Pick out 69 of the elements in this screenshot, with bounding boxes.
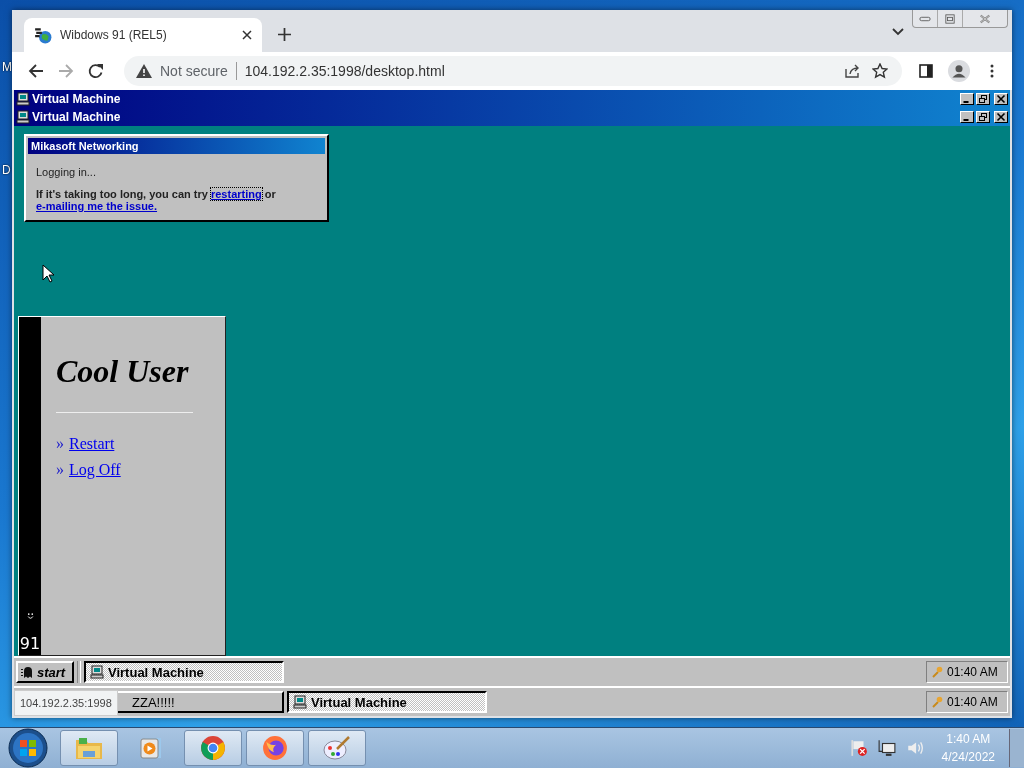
side-panel-icon[interactable] bbox=[916, 63, 936, 79]
show-desktop-button[interactable] bbox=[1009, 729, 1024, 767]
desktop-icon-label[interactable]: M bbox=[2, 60, 12, 74]
dialog-title: Mikasoft Networking bbox=[28, 138, 325, 154]
warning-icon bbox=[136, 64, 152, 78]
clock-text: 01:40 AM bbox=[947, 665, 998, 679]
computer-icon bbox=[16, 92, 30, 106]
taskbar-app-button[interactable] bbox=[184, 730, 242, 766]
taskbar-app-button[interactable] bbox=[308, 730, 366, 766]
address-bar[interactable]: Not secure 104.192.2.35:1998/desktop.html bbox=[124, 56, 902, 86]
minimize-icon bbox=[963, 118, 969, 121]
task-button[interactable]: Virtual Machine bbox=[84, 661, 284, 683]
ghost-icon bbox=[21, 665, 35, 679]
clock-text: 01:40 AM bbox=[947, 695, 998, 709]
version-label: 91 bbox=[19, 634, 41, 653]
start-orb-icon[interactable] bbox=[8, 728, 48, 768]
bullet-icon: » bbox=[56, 461, 64, 479]
computer-icon bbox=[16, 110, 30, 124]
flag-icon[interactable] bbox=[849, 739, 868, 757]
close-icon bbox=[979, 13, 991, 24]
firefox-icon bbox=[261, 735, 289, 761]
profile-icon[interactable] bbox=[946, 60, 972, 82]
status-tooltip: 104.192.2.35:1998 bbox=[14, 690, 118, 716]
maximize-icon bbox=[944, 13, 956, 24]
window-titlebar: Virtual Machine bbox=[14, 90, 1010, 108]
reload-icon[interactable] bbox=[86, 63, 106, 79]
key-icon bbox=[931, 666, 943, 678]
email-link[interactable]: e-mailing me the issue. bbox=[36, 200, 158, 212]
minimize-button[interactable] bbox=[960, 93, 974, 105]
chrome-icon bbox=[199, 735, 227, 761]
desktop-icon-label[interactable]: D bbox=[2, 163, 11, 177]
browser-tab[interactable]: Wibdows 91 (REL5) bbox=[24, 18, 262, 52]
plus-icon[interactable] bbox=[278, 28, 291, 41]
menu-link[interactable]: Restart bbox=[69, 435, 115, 453]
globe-icon bbox=[34, 26, 52, 44]
computer-icon bbox=[293, 695, 307, 709]
chevron-down-icon[interactable] bbox=[892, 28, 904, 36]
time-text: 1:40 AM bbox=[946, 731, 991, 748]
restore-icon bbox=[978, 112, 988, 122]
network-icon[interactable] bbox=[877, 739, 896, 757]
key-icon bbox=[931, 696, 943, 708]
close-icon bbox=[996, 112, 1006, 122]
status-text: Logging in... bbox=[36, 166, 97, 178]
close-icon bbox=[996, 94, 1006, 104]
restore-icon bbox=[978, 94, 988, 104]
close-icon[interactable] bbox=[242, 30, 252, 40]
share-icon[interactable] bbox=[842, 63, 862, 79]
minimize-button[interactable] bbox=[960, 111, 974, 123]
user-name: Cool User bbox=[56, 353, 190, 390]
restore-button[interactable] bbox=[976, 93, 990, 105]
computer-icon bbox=[90, 665, 104, 679]
date-text: 4/24/2022 bbox=[941, 749, 995, 766]
restart-link[interactable]: restarting bbox=[210, 188, 262, 200]
bullet-icon: » bbox=[56, 435, 64, 453]
smiley-icon bbox=[26, 613, 34, 620]
window-titlebar: Virtual Machine bbox=[14, 108, 1010, 126]
star-icon[interactable] bbox=[870, 63, 890, 79]
palette-icon bbox=[323, 735, 351, 761]
back-icon[interactable] bbox=[26, 63, 46, 79]
restore-button[interactable] bbox=[976, 111, 990, 123]
folder-icon bbox=[75, 735, 103, 761]
minimize-icon bbox=[963, 100, 969, 103]
menu-link[interactable]: Log Off bbox=[69, 461, 121, 479]
start-button[interactable]: start bbox=[16, 661, 74, 683]
taskbar-app-button[interactable] bbox=[246, 730, 304, 766]
taskbar-app-button[interactable] bbox=[60, 730, 118, 766]
task-button[interactable]: Virtual Machine bbox=[287, 691, 487, 713]
cursor-icon bbox=[42, 264, 54, 283]
help-text: If it's taking too long, you can try restarting or e-mailing me the issue. bbox=[36, 188, 277, 212]
